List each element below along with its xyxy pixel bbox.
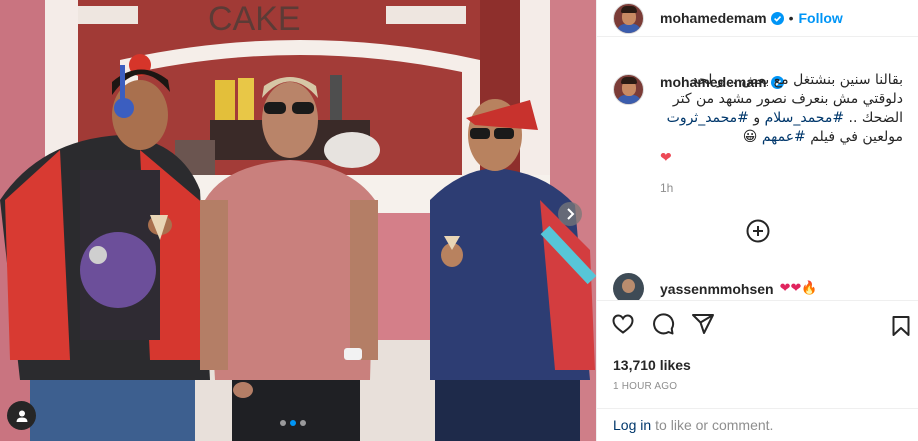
- likes-count[interactable]: 13,710 likes: [613, 357, 691, 373]
- caption-timestamp[interactable]: 1h: [660, 181, 903, 195]
- hashtag-link[interactable]: #محمد_ثروت: [667, 110, 749, 126]
- paper-plane-icon[interactable]: [691, 312, 715, 336]
- carousel-indicator: [280, 420, 306, 426]
- caption-text-part: و: [748, 110, 765, 126]
- hashtag-link[interactable]: #عمهم: [762, 129, 806, 145]
- header-separator: •: [788, 10, 794, 26]
- carousel-dot-active: [290, 420, 296, 426]
- comments-section: mohamedemam بقالنا سنين بنشتغل مع بعض ..…: [597, 38, 918, 300]
- heart-icon[interactable]: [611, 312, 635, 336]
- caption-text-part: مولعين في فيلم: [805, 129, 903, 145]
- bookmark-icon[interactable]: [889, 314, 913, 338]
- carousel-next-button[interactable]: [558, 202, 582, 226]
- action-bar: [597, 300, 918, 346]
- post-timestamp[interactable]: 1 HOUR AGO: [613, 381, 677, 392]
- comment-icon[interactable]: [651, 312, 675, 336]
- post-details-panel: mohamedemam • Follow mohamedemam بقالنا …: [596, 0, 918, 441]
- comment-username[interactable]: yassenmmohsen: [660, 281, 774, 297]
- caption-emoji: 😀: [742, 129, 762, 145]
- login-prompt-text: to like or comment.: [655, 417, 774, 433]
- comment-text: ❤❤🔥: [779, 281, 818, 296]
- header-username[interactable]: mohamedemam: [660, 10, 767, 26]
- user-tag-button[interactable]: [7, 401, 36, 430]
- caption-body: mohamedemam بقالنا سنين بنشتغل مع بعض ..…: [660, 71, 903, 195]
- post-header: mohamedemam • Follow: [597, 0, 918, 37]
- heart-emoji: ❤: [660, 150, 672, 166]
- verified-badge-icon: [770, 11, 784, 25]
- plus-circle-icon: [746, 219, 770, 243]
- caption: mohamedemam بقالنا سنين بنشتغل مع بعض ..…: [597, 38, 918, 195]
- carousel-dot: [300, 420, 306, 426]
- login-prompt: Log in to like or comment.: [597, 408, 918, 441]
- avatar[interactable]: [613, 273, 644, 300]
- hashtag-link[interactable]: #محمد_سلام: [765, 110, 844, 126]
- login-link[interactable]: Log in: [613, 417, 651, 433]
- avatar[interactable]: [613, 2, 644, 34]
- post-photo: CAKE: [0, 0, 596, 441]
- follow-button[interactable]: Follow: [799, 10, 843, 26]
- load-more-comments-button[interactable]: [746, 219, 770, 243]
- post-media[interactable]: CAKE: [0, 0, 596, 441]
- carousel-dot: [280, 420, 286, 426]
- caption-text: بقالنا سنين بنشتغل مع بعض .. و لحد دلوقت…: [660, 71, 903, 168]
- chevron-right-icon: [567, 208, 575, 220]
- user-tag-icon: [16, 410, 27, 422]
- comment-item: yassenmmohsen ❤❤🔥: [613, 273, 818, 300]
- cake-sign: CAKE: [208, 0, 301, 38]
- instagram-post: CAKE mohamedemam • Follow mohamedemam بق…: [0, 0, 918, 441]
- avatar[interactable]: [613, 74, 644, 105]
